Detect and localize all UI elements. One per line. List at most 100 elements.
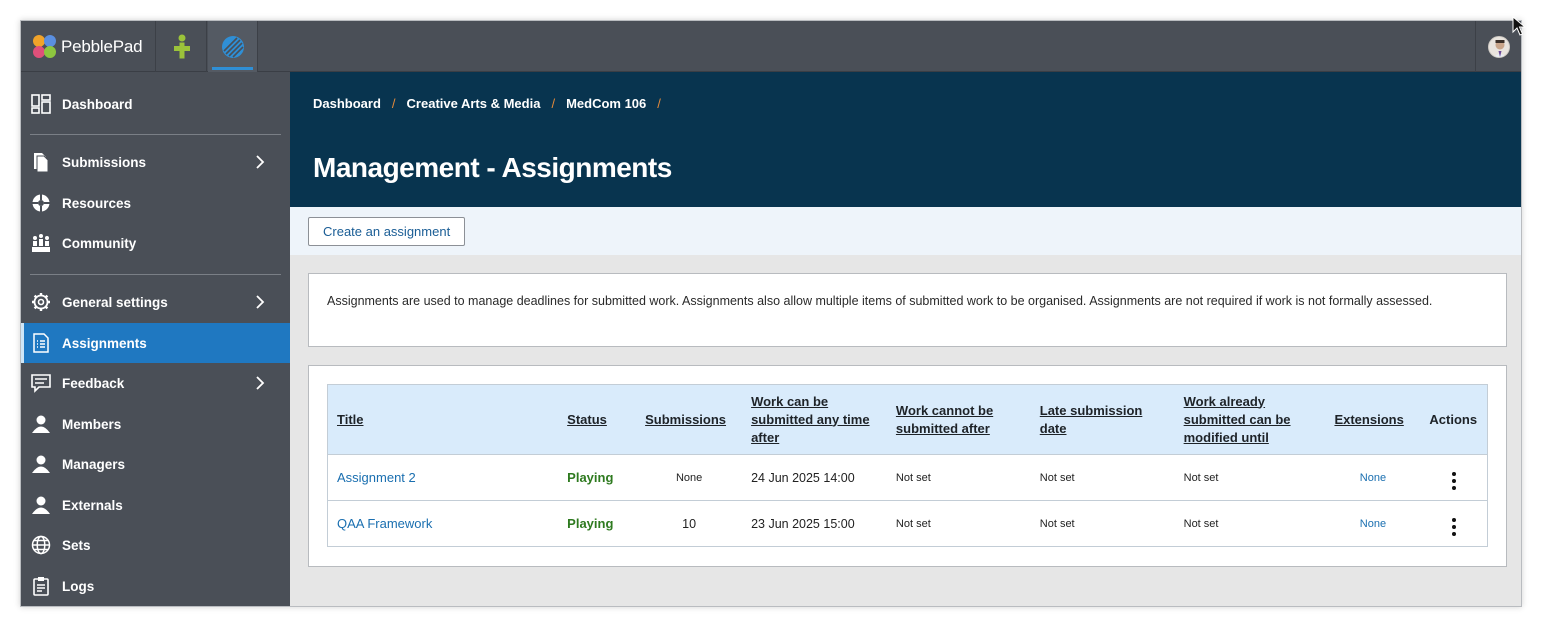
sidebar-item-label: Managers <box>62 456 126 472</box>
status-badge: Playing <box>558 500 637 547</box>
sidebar-item-externals[interactable]: Externals <box>21 485 290 525</box>
person-plus-icon <box>173 34 190 58</box>
column-header-modify[interactable]: Work already submitted can be modified u… <box>1174 384 1326 455</box>
brand-name: PebblePad <box>61 36 143 56</box>
sidebar-divider <box>30 134 281 135</box>
row-actions <box>1420 454 1489 501</box>
breadcrumb: Dashboard / Creative Arts & Media / MedC… <box>313 96 672 111</box>
sidebar-item-sets[interactable]: Sets <box>21 525 290 565</box>
submissions-count: 10 <box>636 500 743 547</box>
column-header-status[interactable]: Status <box>558 384 637 455</box>
info-panel: Assignments are used to manage deadlines… <box>308 273 1507 347</box>
table-header-row: Title Status Submissions Work can be sub… <box>327 384 1489 455</box>
mouse-cursor-icon <box>1512 16 1526 36</box>
sidebar-item-label: Submissions <box>62 154 147 170</box>
open-date: 24 Jun 2025 14:00 <box>742 454 887 501</box>
submissions-count: None <box>636 454 743 501</box>
globe-icon <box>31 535 51 555</box>
breadcrumb-separator: / <box>391 96 396 111</box>
sidebar-item-label: Sets <box>62 537 91 553</box>
sidebar-item-assignments[interactable]: Assignments <box>21 323 290 363</box>
late-date: Not set <box>1030 500 1175 547</box>
column-header-close[interactable]: Work cannot be submitted after <box>886 384 1031 455</box>
pebblepad-logo-icon <box>33 34 57 59</box>
assignment-title-link[interactable]: Assignment 2 <box>327 454 559 501</box>
sidebar-item-label: Dashboard <box>62 96 133 112</box>
dashboard-icon <box>31 94 51 114</box>
clipboard-icon <box>31 576 51 596</box>
row-actions <box>1420 500 1489 547</box>
top-bar: PebblePad <box>21 21 1521 72</box>
more-options-icon[interactable] <box>1447 517 1461 537</box>
sidebar-divider <box>30 274 281 275</box>
chevron-right-icon <box>256 295 265 309</box>
extensions-link[interactable]: None <box>1325 500 1421 547</box>
column-header-actions: Actions <box>1420 384 1489 455</box>
person-icon <box>31 414 51 434</box>
breadcrumb-separator: / <box>657 96 661 111</box>
sidebar-item-resources[interactable]: Resources <box>21 183 290 223</box>
breadcrumb-creative-arts[interactable]: Creative Arts & Media <box>407 96 541 111</box>
toolbar: Create an assignment <box>290 207 1521 255</box>
close-date: Not set <box>886 454 1031 501</box>
community-icon <box>31 233 51 253</box>
assignments-table: Title Status Submissions Work can be sub… <box>327 384 1489 547</box>
late-date: Not set <box>1030 454 1175 501</box>
sidebar-item-label: Resources <box>62 195 132 211</box>
breadcrumb-medcom[interactable]: MedCom 106 <box>566 96 646 111</box>
assignments-card: Title Status Submissions Work can be sub… <box>308 365 1507 567</box>
sidebar-item-feedback[interactable]: Feedback <box>21 363 290 403</box>
column-header-open[interactable]: Work can be submitted any time after <box>742 384 887 455</box>
sidebar-item-label: Assignments <box>62 335 147 351</box>
assignment-title-link[interactable]: QAA Framework <box>327 500 559 547</box>
modify-date: Not set <box>1174 500 1326 547</box>
sidebar-item-label: Members <box>62 416 122 432</box>
sidebar: Dashboard Submissions Resources Communit… <box>21 72 290 606</box>
sidebar-item-general-settings[interactable]: General settings <box>21 282 290 322</box>
sidebar-item-label: Community <box>62 235 137 251</box>
gear-icon <box>31 292 51 312</box>
atlas-icon <box>221 35 244 58</box>
create-assignment-button[interactable]: Create an assignment <box>308 217 466 246</box>
breadcrumb-dashboard[interactable]: Dashboard <box>313 96 381 111</box>
sidebar-item-label: Logs <box>62 578 95 594</box>
sidebar-item-label: Feedback <box>62 375 125 391</box>
sidebar-item-label: General settings <box>62 294 168 310</box>
feedback-icon <box>31 373 51 393</box>
atlas-button[interactable] <box>208 21 258 72</box>
column-header-late[interactable]: Late submission date <box>1030 384 1175 455</box>
column-header-submissions[interactable]: Submissions <box>636 384 743 455</box>
column-header-extensions[interactable]: Extensions <box>1325 384 1421 455</box>
breadcrumb-separator: / <box>551 96 556 111</box>
app-window: PebblePad Dashboard Submissions Resource… <box>20 20 1522 607</box>
sidebar-item-community[interactable]: Community <box>21 223 290 263</box>
sidebar-item-submissions[interactable]: Submissions <box>21 142 290 182</box>
table-row: Assignment 2 Playing None 24 Jun 2025 14… <box>327 454 1489 501</box>
open-date: 23 Jun 2025 15:00 <box>742 500 887 547</box>
main-content: Dashboard / Creative Arts & Media / MedC… <box>290 72 1521 606</box>
page-header: Dashboard / Creative Arts & Media / MedC… <box>290 72 1521 207</box>
sidebar-item-logs[interactable]: Logs <box>21 566 290 606</box>
table-row: QAA Framework Playing 10 23 Jun 2025 15:… <box>327 500 1489 547</box>
chevron-right-icon <box>256 155 265 169</box>
extensions-link[interactable]: None <box>1325 454 1421 501</box>
sidebar-item-managers[interactable]: Managers <box>21 444 290 484</box>
assignments-icon <box>31 333 51 353</box>
sidebar-item-members[interactable]: Members <box>21 404 290 444</box>
avatar <box>1487 35 1510 58</box>
close-date: Not set <box>886 500 1031 547</box>
chevron-right-icon <box>256 376 265 390</box>
status-badge: Playing <box>558 454 637 501</box>
person-icon <box>31 454 51 474</box>
personal-space-button[interactable] <box>157 21 207 72</box>
more-options-icon[interactable] <box>1447 471 1461 491</box>
sidebar-item-dashboard[interactable]: Dashboard <box>21 84 290 124</box>
info-text: Assignments are used to manage deadlines… <box>327 294 1433 308</box>
person-icon <box>31 495 51 515</box>
modify-date: Not set <box>1174 454 1326 501</box>
column-header-title[interactable]: Title <box>327 384 559 455</box>
sidebar-item-label: Externals <box>62 497 123 513</box>
resources-icon <box>31 193 51 213</box>
pebblepad-logo[interactable]: PebblePad <box>21 21 156 72</box>
submissions-icon <box>31 152 51 172</box>
